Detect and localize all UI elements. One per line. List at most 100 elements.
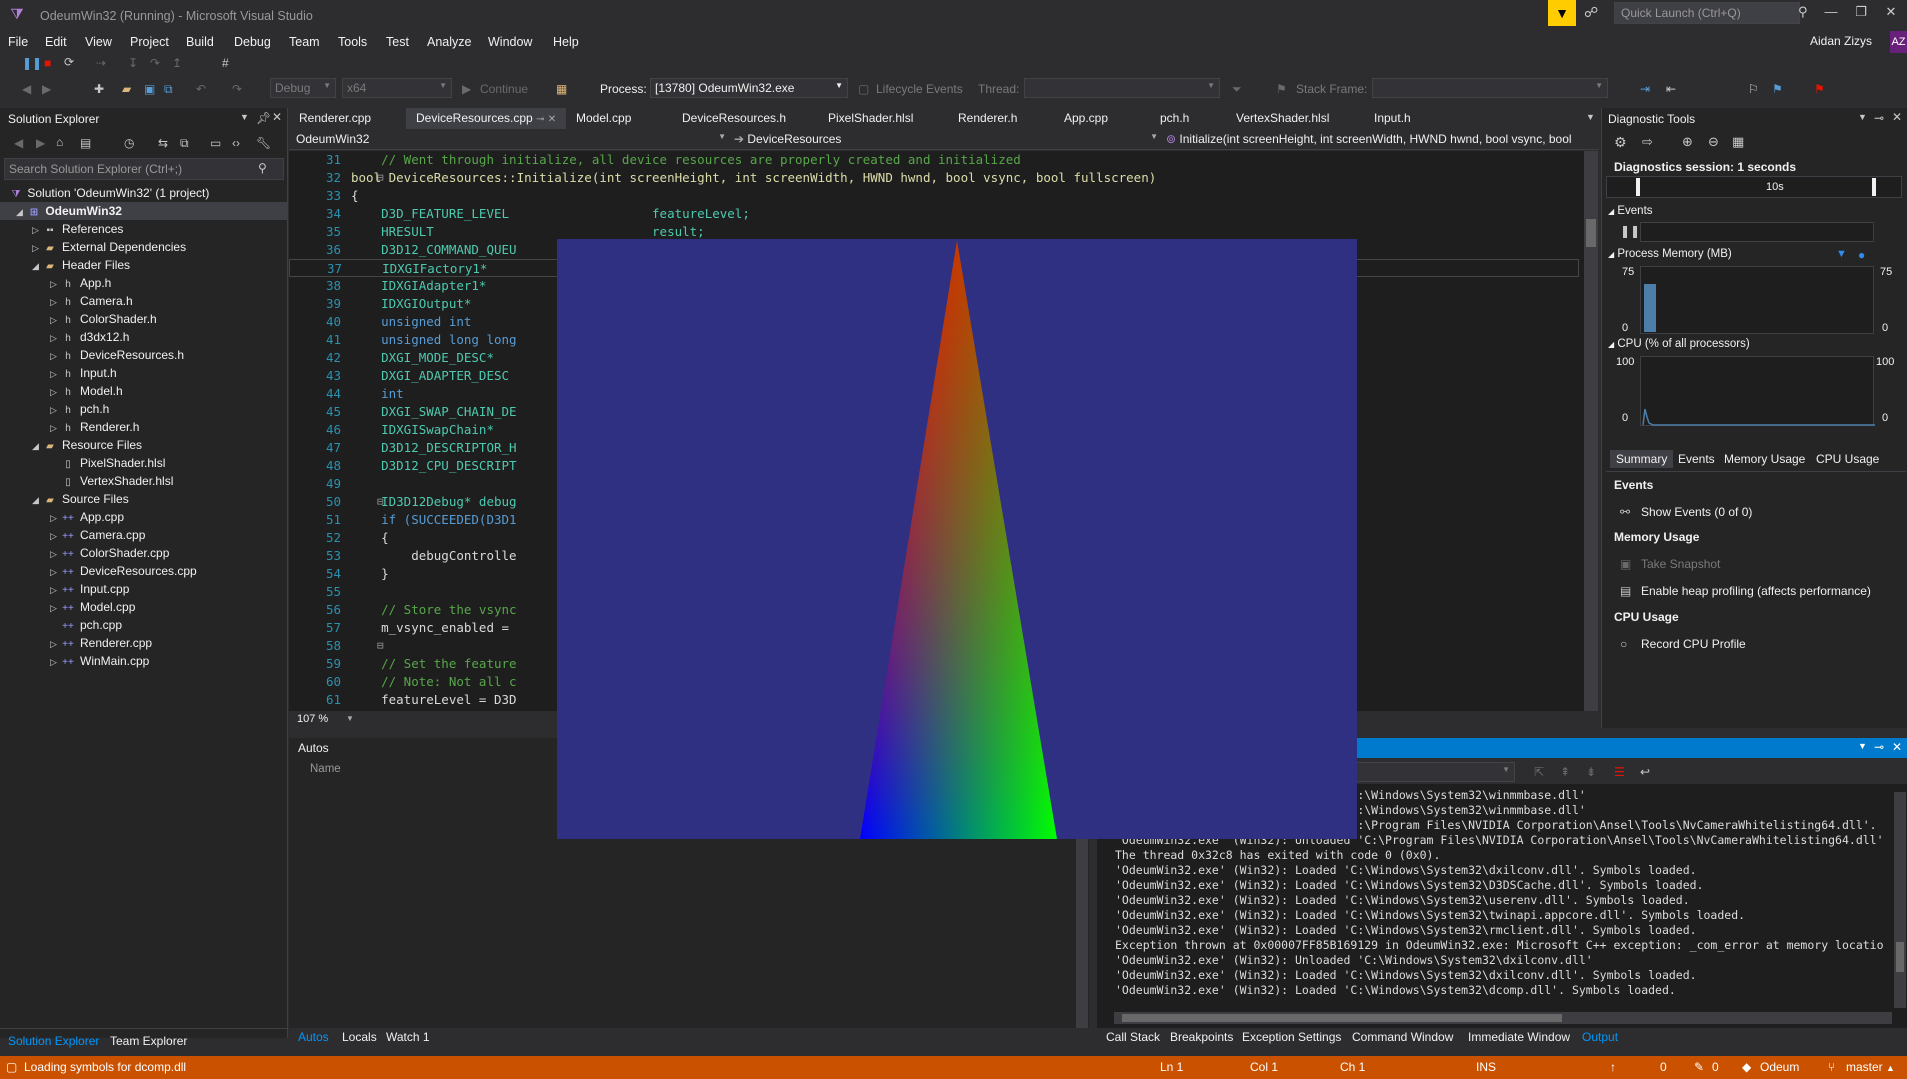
collapsed-arrow-icon[interactable]: ▷: [32, 239, 42, 257]
expanded-arrow-icon[interactable]: ◢: [32, 491, 42, 509]
menu-project[interactable]: Project: [130, 31, 169, 53]
fold-toggle-icon[interactable]: ⊟: [377, 171, 384, 184]
dropdown-arrow-icon[interactable]: ▼: [240, 112, 249, 122]
tab-autos[interactable]: Autos: [298, 1030, 329, 1044]
tree-item[interactable]: ▷ ++ ColorShader.cpp: [0, 544, 287, 562]
collapsed-arrow-icon[interactable]: ▷: [50, 581, 60, 599]
pause-icon[interactable]: ❚❚: [22, 56, 42, 70]
tree-item[interactable]: ▷ ▪▪ References: [0, 220, 287, 238]
save-all-icon[interactable]: ⧉: [164, 82, 173, 97]
next-message-icon[interactable]: ⇟: [1586, 765, 1596, 779]
notification-filter-icon[interactable]: ▼: [1548, 0, 1576, 26]
output-dropdown-icon[interactable]: ▼: [1858, 741, 1867, 751]
tree-item[interactable]: ▷ h ColorShader.h: [0, 310, 287, 328]
save-icon[interactable]: ▣: [144, 82, 155, 96]
properties-icon[interactable]: 🔧︎: [256, 136, 271, 150]
tab-command-window[interactable]: Command Window: [1352, 1030, 1453, 1044]
zoom-dropdown-icon[interactable]: ▼: [346, 714, 354, 723]
output-horizontal-scrollbar[interactable]: [1114, 1012, 1892, 1024]
diag-tab-cpu-usage[interactable]: CPU Usage: [1816, 452, 1879, 466]
fold-toggle-icon[interactable]: ⊟: [377, 639, 384, 652]
tab-locals[interactable]: Locals: [342, 1030, 377, 1044]
expanded-arrow-icon[interactable]: ◢: [32, 437, 42, 455]
step-over-icon[interactable]: ↷: [150, 56, 160, 70]
menu-view[interactable]: View: [85, 31, 112, 53]
tree-item[interactable]: ▷ h Input.h: [0, 364, 287, 382]
menu-help[interactable]: Help: [553, 31, 579, 53]
sync-icon[interactable]: ⇆: [158, 136, 168, 150]
tree-item[interactable]: ▷ h DeviceResources.h: [0, 346, 287, 364]
tree-item[interactable]: ▷ ++ Model.cpp: [0, 598, 287, 616]
collapsed-arrow-icon[interactable]: ▷: [50, 653, 60, 671]
menu-team[interactable]: Team: [289, 31, 320, 53]
tab-deviceresources-h[interactable]: DeviceResources.h: [672, 108, 796, 129]
tab-pch-h[interactable]: pch.h: [1150, 108, 1199, 129]
menu-tools[interactable]: Tools: [338, 31, 367, 53]
output-pin-icon[interactable]: ⊸: [1874, 740, 1884, 754]
repo-icon[interactable]: ◆: [1742, 1060, 1751, 1074]
tab-app-cpp[interactable]: App.cpp: [1054, 108, 1118, 129]
zoom-level[interactable]: 107 %: [297, 713, 328, 725]
diag-dropdown-icon[interactable]: ▼: [1858, 112, 1867, 122]
events-graph-label[interactable]: ◢ Events: [1608, 205, 1653, 217]
output-vertical-scrollbar[interactable]: [1894, 792, 1906, 1008]
se-forward-icon[interactable]: ▶: [36, 136, 45, 150]
undo-icon[interactable]: ↶: [196, 82, 206, 96]
stack-frame-dropdown[interactable]: ▼: [1372, 78, 1608, 98]
collapsed-arrow-icon[interactable]: ▷: [50, 635, 60, 653]
collapsed-arrow-icon[interactable]: ▷: [32, 221, 42, 239]
forward-icon[interactable]: ▶: [42, 82, 51, 96]
tree-item[interactable]: ▷ ++ WinMain.cpp: [0, 652, 287, 670]
tab-team-explorer[interactable]: Team Explorer: [110, 1030, 187, 1052]
tree-item[interactable]: ▷ h d3dx12.h: [0, 328, 287, 346]
pin-tab-icon[interactable]: ⊸: [536, 114, 544, 125]
menu-test[interactable]: Test: [386, 31, 409, 53]
pin-icon[interactable]: 📌︎: [256, 111, 271, 125]
search-icon[interactable]: ⚲: [258, 161, 267, 175]
new-project-icon[interactable]: ✚: [94, 82, 104, 96]
solution-search-input[interactable]: Search Solution Explorer (Ctrl+;): [4, 158, 284, 180]
step-into-icon[interactable]: ↧: [128, 56, 138, 70]
find-message-icon[interactable]: ⇱: [1534, 765, 1544, 779]
tree-item[interactable]: ◢ ▰ Source Files: [0, 490, 287, 508]
publish-count[interactable]: 0: [1660, 1060, 1667, 1074]
quick-launch-input[interactable]: Quick Launch (Ctrl+Q): [1614, 2, 1800, 24]
tab-renderer-h[interactable]: Renderer.h: [948, 108, 1027, 129]
hex-display-icon[interactable]: #: [222, 56, 229, 70]
outdent-icon[interactable]: ⇤: [1666, 82, 1676, 96]
collapse-all-icon[interactable]: ⧉: [180, 136, 189, 151]
collapsed-arrow-icon[interactable]: ▷: [50, 275, 60, 293]
collapsed-arrow-icon[interactable]: ▷: [50, 365, 60, 383]
tree-project[interactable]: ◢ ⊞ OdeumWin32: [0, 202, 287, 220]
timeline-start-handle[interactable]: [1636, 178, 1640, 196]
tab-solution-explorer[interactable]: Solution Explorer: [8, 1030, 99, 1052]
user-name[interactable]: Aidan Zizys: [1810, 34, 1872, 48]
reset-view-icon[interactable]: ▦: [1732, 134, 1744, 150]
switch-views-icon[interactable]: ▤: [80, 136, 91, 150]
tab-exception-settings[interactable]: Exception Settings: [1242, 1030, 1341, 1044]
fold-toggle-icon[interactable]: ⊟: [377, 495, 384, 508]
collapsed-arrow-icon[interactable]: ▷: [50, 545, 60, 563]
tree-item[interactable]: ◢ ▰ Header Files: [0, 256, 287, 274]
view-code-icon[interactable]: ‹›: [232, 136, 240, 150]
tree-item[interactable]: ▯ VertexShader.hlsl: [0, 472, 287, 490]
branch-menu-icon[interactable]: ▲: [1886, 1063, 1895, 1073]
prev-message-icon[interactable]: ⇞: [1560, 765, 1570, 779]
word-wrap-icon[interactable]: ↩: [1640, 765, 1650, 779]
collapsed-arrow-icon[interactable]: ▷: [50, 329, 60, 347]
stop-icon[interactable]: ■: [44, 56, 51, 70]
show-events-link[interactable]: Show Events (0 of 0): [1641, 505, 1752, 519]
close-icon[interactable]: ✕: [1876, 4, 1906, 20]
tree-item[interactable]: ▯ PixelShader.hlsl: [0, 454, 287, 472]
zoom-in-icon[interactable]: ⊕: [1682, 134, 1693, 150]
process-dropdown[interactable]: [13780] OdeumWin32.exe ▼: [650, 78, 848, 98]
expanded-arrow-icon[interactable]: ◢: [32, 257, 42, 275]
menu-window[interactable]: Window: [488, 31, 532, 53]
cpu-graph[interactable]: [1640, 356, 1875, 426]
tree-item[interactable]: ▷ h App.h: [0, 274, 287, 292]
pending-edits-icon[interactable]: ✎: [1694, 1060, 1704, 1074]
tree-item[interactable]: ▷ ++ DeviceResources.cpp: [0, 562, 287, 580]
collapsed-arrow-icon[interactable]: ▷: [50, 383, 60, 401]
project-nav-dropdown[interactable]: OdeumWin32 ▼: [296, 132, 726, 149]
platform-dropdown[interactable]: x64 ▼: [342, 78, 452, 98]
